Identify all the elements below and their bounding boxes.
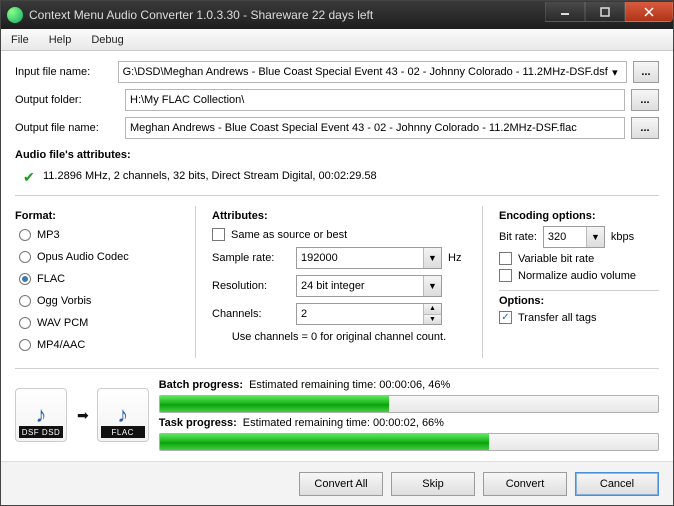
radio-dot-icon bbox=[19, 339, 31, 351]
format-radio-opus-audio-codec[interactable]: Opus Audio Codec bbox=[19, 248, 179, 266]
format-radio-label: Ogg Vorbis bbox=[37, 295, 91, 307]
encoding-heading: Encoding options: bbox=[499, 210, 659, 222]
format-radio-label: FLAC bbox=[37, 273, 65, 285]
browse-output-file-button[interactable]: ... bbox=[631, 117, 659, 139]
titlebar: Context Menu Audio Converter 1.0.3.30 - … bbox=[1, 1, 673, 29]
input-file-field[interactable]: G:\DSD\Meghan Andrews - Blue Coast Speci… bbox=[118, 61, 627, 83]
input-file-label: Input file name: bbox=[15, 66, 112, 78]
channels-label: Channels: bbox=[212, 308, 290, 320]
sample-rate-combo[interactable]: 192000▼ bbox=[296, 247, 442, 269]
options-heading: Options: bbox=[499, 295, 659, 307]
normalize-label: Normalize audio volume bbox=[518, 270, 636, 282]
radio-dot-icon bbox=[19, 229, 31, 241]
divider bbox=[195, 206, 196, 358]
chevron-down-icon[interactable]: ▾ bbox=[608, 66, 622, 79]
window-title: Context Menu Audio Converter 1.0.3.30 - … bbox=[29, 8, 545, 22]
chevron-down-icon[interactable]: ▼ bbox=[423, 276, 441, 296]
output-file-label: Output file name: bbox=[15, 122, 119, 134]
format-heading: Format: bbox=[15, 210, 179, 222]
app-window: Context Menu Audio Converter 1.0.3.30 - … bbox=[0, 0, 674, 506]
menu-help[interactable]: Help bbox=[39, 29, 82, 50]
format-radio-label: MP4/AAC bbox=[37, 339, 85, 351]
divider bbox=[482, 206, 483, 358]
format-radio-label: MP3 bbox=[37, 229, 60, 241]
transfer-tags-label: Transfer all tags bbox=[518, 312, 596, 324]
sample-rate-unit: Hz bbox=[448, 252, 466, 264]
same-as-source-checkbox[interactable] bbox=[212, 228, 225, 241]
vbr-checkbox[interactable] bbox=[499, 252, 512, 265]
browse-output-folder-button[interactable]: ... bbox=[631, 89, 659, 111]
output-folder-label: Output folder: bbox=[15, 94, 119, 106]
normalize-checkbox[interactable] bbox=[499, 269, 512, 282]
task-progress-label: Task progress: bbox=[159, 417, 237, 429]
format-radio-flac[interactable]: FLAC bbox=[19, 270, 179, 288]
check-icon: ✔ bbox=[23, 169, 37, 183]
source-format-icon: ♪ DSF DSD bbox=[15, 388, 67, 442]
transfer-tags-checkbox[interactable]: ✓ bbox=[499, 311, 512, 324]
menu-file[interactable]: File bbox=[1, 29, 39, 50]
format-radio-wav-pcm[interactable]: WAV PCM bbox=[19, 314, 179, 332]
format-radio-ogg-vorbis[interactable]: Ogg Vorbis bbox=[19, 292, 179, 310]
format-radio-mp4-aac[interactable]: MP4/AAC bbox=[19, 336, 179, 354]
convert-button[interactable]: Convert bbox=[483, 472, 567, 496]
output-file-field[interactable]: Meghan Andrews - Blue Coast Special Even… bbox=[125, 117, 625, 139]
radio-dot-icon bbox=[19, 295, 31, 307]
skip-button[interactable]: Skip bbox=[391, 472, 475, 496]
resolution-combo[interactable]: 24 bit integer▼ bbox=[296, 275, 442, 297]
output-folder-field[interactable]: H:\My FLAC Collection\ bbox=[125, 89, 625, 111]
resolution-label: Resolution: bbox=[212, 280, 290, 292]
menu-debug[interactable]: Debug bbox=[81, 29, 133, 50]
close-button[interactable] bbox=[625, 2, 673, 22]
file-attributes-value: 11.2896 MHz, 2 channels, 32 bits, Direct… bbox=[43, 170, 377, 182]
attr-heading: Attributes: bbox=[212, 210, 466, 222]
channels-spinner[interactable]: 2▲▼ bbox=[296, 303, 442, 325]
vbr-label: Variable bit rate bbox=[518, 253, 594, 265]
music-note-icon: ♪ bbox=[117, 402, 128, 428]
spin-up-icon[interactable]: ▲ bbox=[424, 304, 441, 315]
cancel-button[interactable]: Cancel bbox=[575, 472, 659, 496]
sample-rate-label: Sample rate: bbox=[212, 252, 290, 264]
bitrate-label: Bit rate: bbox=[499, 231, 537, 243]
channels-hint: Use channels = 0 for original channel co… bbox=[212, 331, 466, 343]
format-radio-mp3[interactable]: MP3 bbox=[19, 226, 179, 244]
chevron-down-icon[interactable]: ▼ bbox=[423, 248, 441, 268]
same-as-source-label: Same as source or best bbox=[231, 229, 347, 241]
target-format-icon: ♪ FLAC bbox=[97, 388, 149, 442]
batch-progress-text: Estimated remaining time: 00:00:06, 46% bbox=[249, 379, 450, 391]
task-progress-bar bbox=[159, 433, 659, 451]
batch-progress-bar bbox=[159, 395, 659, 413]
footer-buttons: Convert All Skip Convert Cancel bbox=[1, 461, 673, 505]
convert-all-button[interactable]: Convert All bbox=[299, 472, 383, 496]
attributes-heading: Audio file's attributes: bbox=[15, 149, 659, 161]
divider bbox=[15, 368, 659, 369]
bitrate-unit: kbps bbox=[611, 231, 634, 243]
batch-progress-label: Batch progress: bbox=[159, 379, 243, 391]
spin-down-icon[interactable]: ▼ bbox=[424, 315, 441, 325]
divider bbox=[15, 195, 659, 196]
minimize-button[interactable] bbox=[545, 2, 585, 22]
bitrate-combo[interactable]: 320▼ bbox=[543, 226, 605, 248]
maximize-button[interactable] bbox=[585, 2, 625, 22]
chevron-down-icon[interactable]: ▼ bbox=[586, 227, 604, 247]
format-radio-label: Opus Audio Codec bbox=[37, 251, 129, 263]
app-icon bbox=[7, 7, 23, 23]
format-radio-label: WAV PCM bbox=[37, 317, 88, 329]
task-progress-text: Estimated remaining time: 00:00:02, 66% bbox=[243, 417, 444, 429]
radio-dot-icon bbox=[19, 273, 31, 285]
arrow-right-icon: ➡ bbox=[77, 407, 87, 424]
radio-dot-icon bbox=[19, 251, 31, 263]
browse-input-button[interactable]: ... bbox=[633, 61, 659, 83]
divider bbox=[499, 290, 659, 291]
music-note-icon: ♪ bbox=[36, 402, 47, 428]
radio-dot-icon bbox=[19, 317, 31, 329]
menubar: File Help Debug bbox=[1, 29, 673, 51]
